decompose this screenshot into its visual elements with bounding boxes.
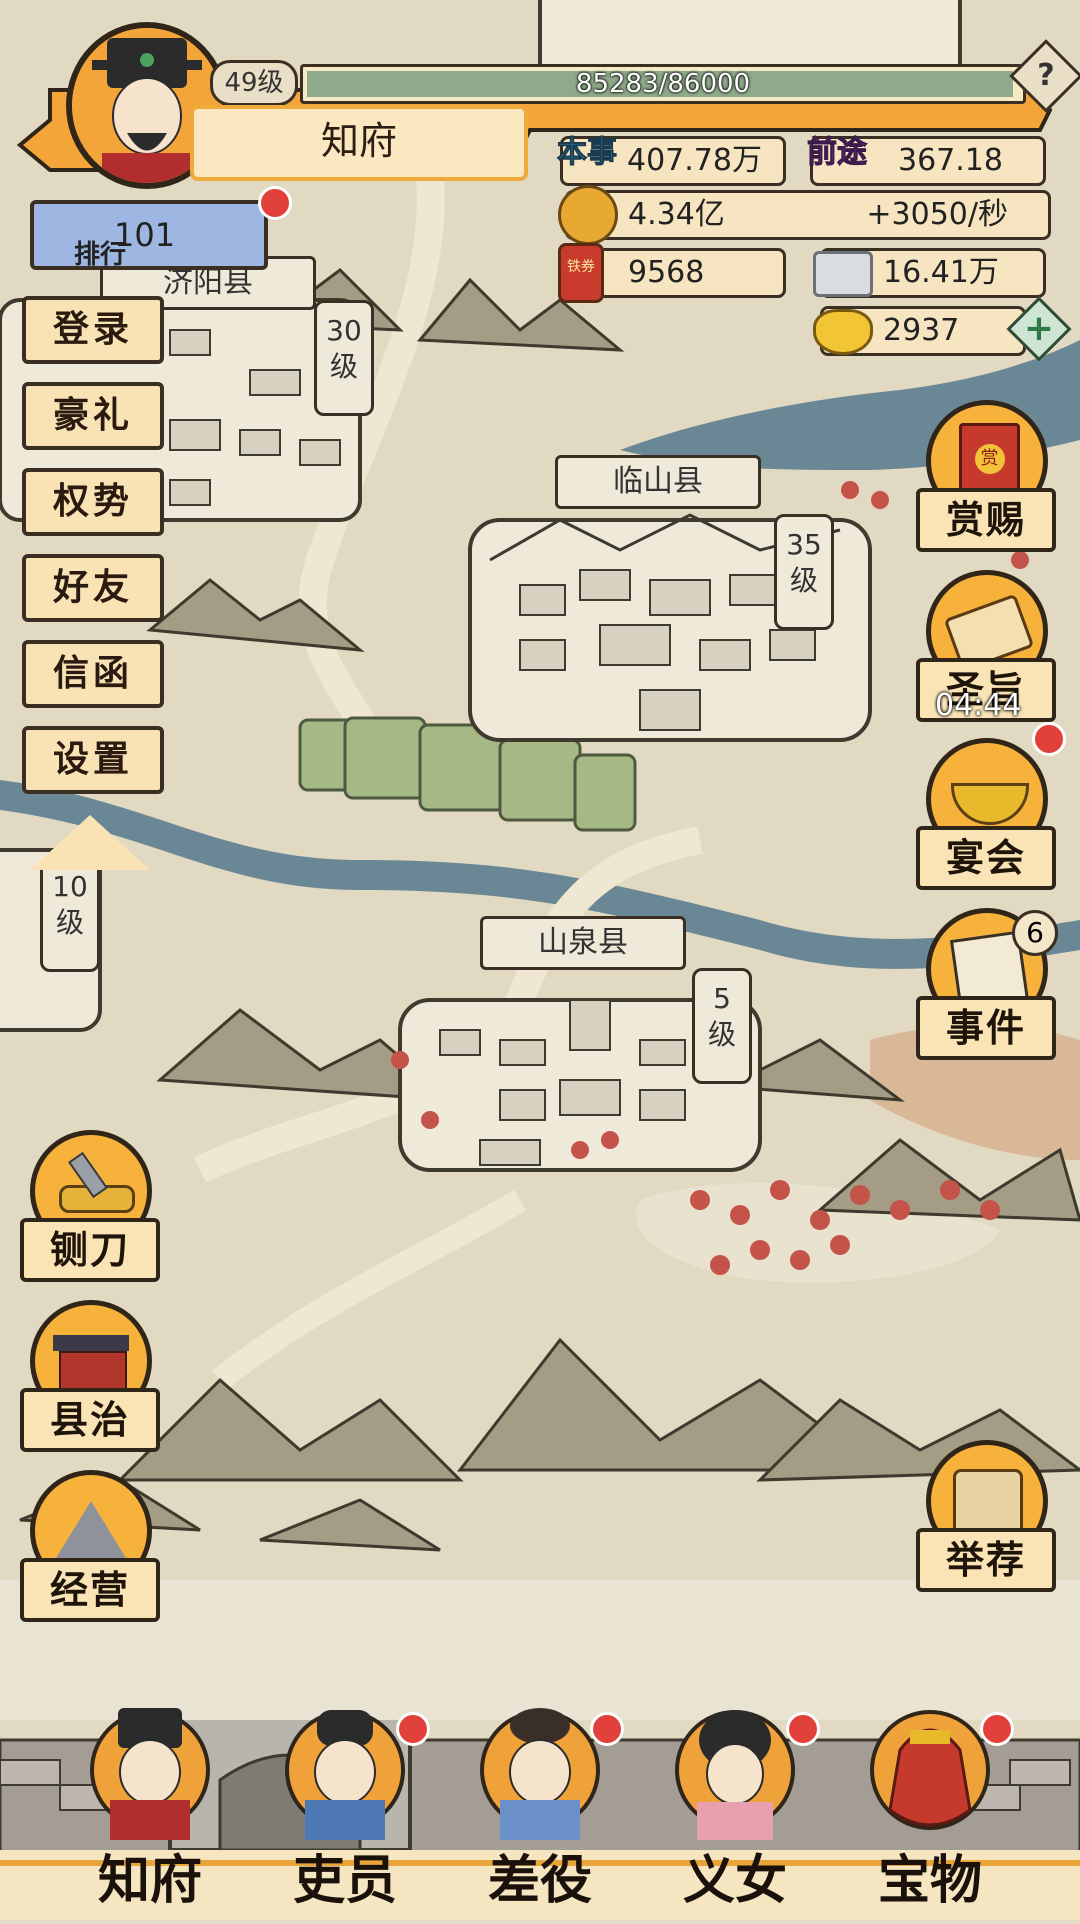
prefect-avatar-icon <box>90 1708 210 1840</box>
business-label: 经营 <box>20 1558 160 1622</box>
reward-stamp: 赏 <box>974 444 1005 474</box>
tickets-value: 9568 <box>628 255 705 290</box>
nav-prefect-label: 知府 <box>97 1851 202 1911</box>
town-label-linshan[interactable]: 临山县 <box>555 455 761 509</box>
nav-treasure-notification-dot <box>980 1712 1014 1746</box>
silver-icon <box>813 251 873 297</box>
silver-stat[interactable]: 16.41万 <box>813 248 1046 298</box>
nav-prefect[interactable]: 知府 <box>60 1690 240 1920</box>
qiantu-label: 前途 <box>807 135 868 171</box>
recommend-button[interactable]: 举荐 <box>916 1440 1056 1592</box>
menu-gift[interactable]: 豪礼 <box>22 382 164 450</box>
question-icon: ? <box>1037 58 1055 93</box>
gold-stat[interactable]: 2937 <box>813 306 1026 356</box>
edict-timer: 04:44 <box>935 688 1022 723</box>
level-unit: 级 <box>55 906 84 939</box>
daughter-avatar-icon <box>675 1710 795 1840</box>
coins-stat[interactable]: 4.34亿 +3050/秒 <box>558 185 1051 245</box>
event-count-badge: 6 <box>1012 910 1058 956</box>
nav-treasure-label: 宝物 <box>877 1851 982 1911</box>
menu-settings[interactable]: 设置 <box>22 726 164 794</box>
guillotine-button[interactable]: 铡刀 <box>20 1130 160 1282</box>
clerk-avatar-icon <box>285 1710 405 1840</box>
qiantu-stat[interactable]: 前途 367.18万 <box>807 135 1046 222</box>
menu-friends[interactable]: 好友 <box>22 554 164 622</box>
nav-clerks-label: 吏员 <box>292 1851 397 1911</box>
runner-avatar-icon <box>480 1708 600 1840</box>
reward-label: 赏赐 <box>916 488 1056 552</box>
level-unit: 级 <box>789 564 818 597</box>
collapse-menu-button[interactable] <box>30 815 150 870</box>
town-level-left: 10 级 <box>40 856 100 972</box>
coin-icon <box>558 185 618 245</box>
tickets-stat[interactable]: 铁券 9568 <box>558 243 786 303</box>
reward-button[interactable]: 赏 赏赐 <box>916 400 1056 552</box>
event-label: 事件 <box>916 996 1056 1060</box>
nav-daughter-notification-dot <box>786 1712 820 1746</box>
coins-rate: +3050/秒 <box>866 197 1008 232</box>
treasure-bag-icon <box>870 1710 990 1830</box>
silver-value: 16.41万 <box>883 255 999 290</box>
level-unit: 级 <box>707 1018 736 1051</box>
town-label-shanquan[interactable]: 山泉县 <box>480 916 686 970</box>
iron-ticket-icon-text: 铁券 <box>567 259 595 275</box>
level-number: 5 <box>713 982 731 1015</box>
business-button[interactable]: 经营 <box>20 1470 160 1622</box>
menu-login[interactable]: 登录 <box>22 296 164 364</box>
banquet-label: 宴会 <box>916 826 1056 890</box>
exp-bar: 85283/86000 <box>300 64 1026 104</box>
menu-power[interactable]: 权势 <box>22 468 164 536</box>
level-number: 35 <box>786 528 822 561</box>
benshi-value: 407.78万 <box>627 143 762 178</box>
rank-notification-dot <box>258 186 292 220</box>
iron-ticket-icon: 铁券 <box>558 243 604 303</box>
town-level-shanquan: 5 级 <box>692 968 752 1084</box>
exp-text: 85283/86000 <box>575 69 751 99</box>
town-level-linshan: 35 级 <box>774 514 834 630</box>
county-label: 县治 <box>20 1388 160 1452</box>
benshi-label: 本事 <box>557 135 618 171</box>
town-level-jiyang: 30 级 <box>314 300 374 416</box>
guillotine-label: 铡刀 <box>20 1218 160 1282</box>
benshi-stat[interactable]: 本事 407.78万 <box>557 135 786 186</box>
player-title: 知府 <box>190 105 528 181</box>
nav-clerks-notification-dot <box>396 1712 430 1746</box>
rank-label: 排行 <box>74 240 127 270</box>
player-level: 49级 <box>210 60 298 106</box>
rank-button[interactable]: 101 排行 <box>30 200 268 270</box>
county-button[interactable]: 县治 <box>20 1300 160 1452</box>
gold-value: 2937 <box>883 313 960 348</box>
nav-runners-label: 差役 <box>487 1851 592 1911</box>
plus-icon: + <box>1023 308 1055 349</box>
gold-ingot-icon <box>813 309 873 355</box>
banquet-notification-dot <box>1032 722 1066 756</box>
level-number: 30 <box>326 314 362 347</box>
nav-runners-notification-dot <box>590 1712 624 1746</box>
nav-daughter-label: 义女 <box>682 1851 787 1911</box>
banquet-button[interactable]: 宴会 <box>916 738 1056 890</box>
menu-letters[interactable]: 信函 <box>22 640 164 708</box>
level-number: 10 <box>52 870 88 903</box>
recommend-label: 举荐 <box>916 1528 1056 1592</box>
level-unit: 级 <box>329 350 358 383</box>
